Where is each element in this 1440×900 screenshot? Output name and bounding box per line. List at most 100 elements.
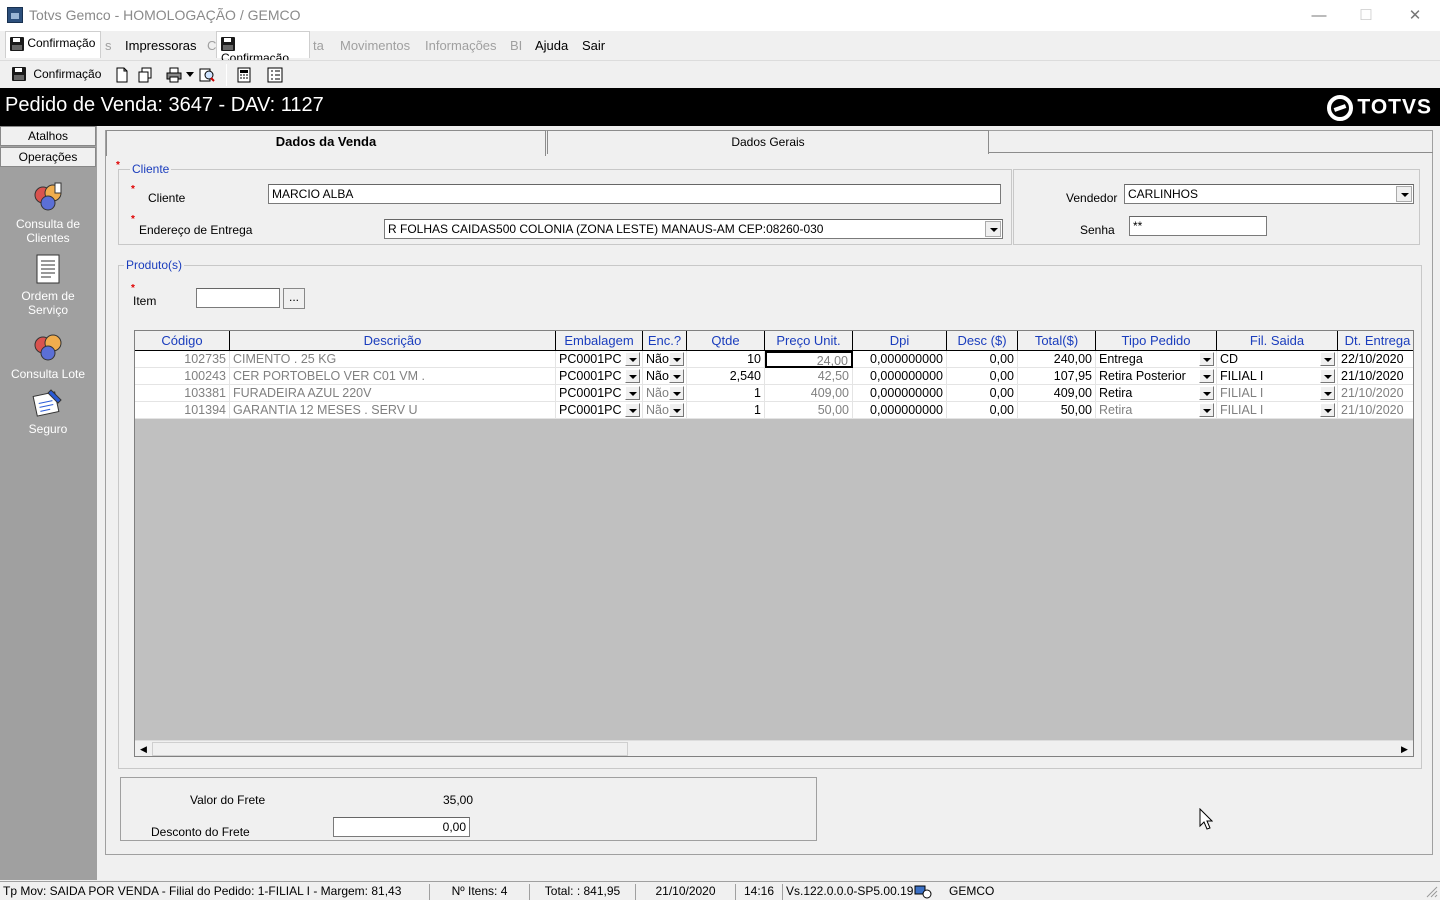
grid-cell-tipo[interactable]: Retira [1096, 385, 1217, 402]
sidebar-item-label: Ordem de Serviço [21, 289, 74, 317]
grid-cell-filial[interactable]: FILIAL I [1217, 368, 1338, 385]
chevron-down-icon[interactable] [1396, 186, 1412, 202]
copy-document-icon[interactable] [137, 67, 153, 83]
grid-column-header[interactable]: Dt. Entrega [1338, 331, 1414, 351]
scroll-thumb[interactable] [152, 742, 628, 756]
table-row[interactable]: 100243CER PORTOBELO VER C01 VM .PC0001PC… [135, 368, 1414, 385]
horizontal-scrollbar[interactable]: ◀ ▶ [135, 740, 1413, 756]
confirm-toolbar-button[interactable]: Confirmação [12, 66, 101, 81]
endereco-select[interactable]: R FOLHAS CAIDAS500 COLONIA (ZONA LESTE) … [384, 219, 1003, 239]
chevron-down-icon[interactable] [1199, 386, 1214, 400]
grid-column-header[interactable]: Total($) [1018, 331, 1096, 351]
grid-cell-embalagem[interactable]: PC0001PC [556, 351, 643, 368]
chevron-down-icon[interactable] [625, 403, 640, 417]
chevron-down-icon[interactable] [1199, 352, 1214, 366]
resize-grip-icon[interactable] [1426, 886, 1438, 898]
print-dropdown-icon[interactable] [186, 72, 194, 78]
chevron-down-icon[interactable] [1199, 369, 1214, 383]
grid-cell-text: CER PORTOBELO VER C01 VM . [233, 369, 425, 383]
grid-column-header[interactable]: Qtde [687, 331, 765, 351]
grid-cell-filial[interactable]: CD [1217, 351, 1338, 368]
sidebar-item-seguro[interactable]: Seguro [0, 386, 96, 436]
new-document-icon[interactable] [114, 67, 130, 83]
minimize-button[interactable]: — [1296, 0, 1342, 31]
chevron-down-icon[interactable] [625, 352, 640, 366]
vendedor-select[interactable]: CARLINHOS [1124, 184, 1414, 204]
totvs-logo: TOTVS [1327, 95, 1432, 121]
grid-cell-preco: 24,00 [765, 351, 853, 368]
grid-column-header[interactable]: Enc.? [643, 331, 687, 351]
chevron-down-icon[interactable] [625, 369, 640, 383]
print-preview-icon[interactable] [199, 67, 215, 83]
grid-cell-enc[interactable]: Não [643, 402, 687, 419]
grid-column-header[interactable]: Tipo Pedido [1096, 331, 1217, 351]
grid-cell-filial[interactable]: FILIAL I [1217, 402, 1338, 419]
grid-cell-enc[interactable]: Não [643, 368, 687, 385]
chevron-down-icon[interactable] [1199, 403, 1214, 417]
tab-dados-venda[interactable]: Dados da Venda [106, 130, 546, 156]
chevron-down-icon[interactable] [669, 369, 684, 383]
sidebar-item-ordem-servico[interactable]: Ordem de Serviço [0, 253, 96, 317]
table-row[interactable]: 102735CIMENTO . 25 KGPC0001PCNão1024,000… [135, 351, 1414, 368]
grid-cell-qtde[interactable]: 10 [687, 351, 765, 368]
cliente-input[interactable]: MARCIO ALBA [268, 184, 1001, 204]
sidebar-operacoes[interactable]: Operações [0, 147, 96, 167]
grid-cell-embalagem[interactable]: PC0001PC [556, 402, 643, 419]
maximize-button[interactable]: ☐ [1343, 0, 1389, 31]
grid-column-header[interactable]: Desc ($) [947, 331, 1018, 351]
desconto-frete-input[interactable]: 0,00 [333, 817, 470, 837]
menu-ajuda[interactable]: Ajuda [535, 38, 568, 53]
menu-sair[interactable]: Sair [582, 38, 605, 53]
grid-cell-filial[interactable]: FILIAL I [1217, 385, 1338, 402]
grid-column-header[interactable]: Fil. Saida [1217, 331, 1338, 351]
scroll-right-icon[interactable]: ▶ [1397, 742, 1412, 756]
chevron-down-icon[interactable] [669, 403, 684, 417]
close-button[interactable]: ✕ [1392, 0, 1438, 31]
item-browse-button[interactable]: ... [283, 288, 305, 309]
status-time: 14:16 [736, 884, 783, 900]
grid-column-header[interactable]: Código [135, 331, 230, 351]
grid-cell-qtde[interactable]: 1 [687, 385, 765, 402]
chevron-down-icon[interactable] [669, 386, 684, 400]
item-input[interactable] [196, 288, 280, 308]
sidebar-item-consulta-clientes[interactable]: Consulta de Clientes [0, 181, 96, 245]
menu-bi[interactable]: BI [510, 38, 522, 53]
grid-cell-embalagem[interactable]: PC0001PC [556, 368, 643, 385]
chevron-down-icon[interactable] [669, 352, 684, 366]
grid-cell-embalagem[interactable]: PC0001PC [556, 385, 643, 402]
list-form-icon[interactable] [267, 67, 283, 83]
grid-cell-tipo[interactable]: Retira [1096, 402, 1217, 419]
sidebar-atalhos[interactable]: Atalhos [0, 126, 96, 146]
menu-informacoes[interactable]: Informações [425, 38, 497, 53]
grid-cell-enc[interactable]: Não [643, 385, 687, 402]
grid-column-header[interactable]: Dpi [853, 331, 947, 351]
senha-input[interactable]: ** [1129, 216, 1267, 236]
grid-cell-enc[interactable]: Não [643, 351, 687, 368]
print-icon[interactable] [166, 67, 182, 83]
confirm-menu-tab-1[interactable]: Confirmação [5, 31, 101, 58]
confirm-menu-tab-2[interactable]: Confirmação [216, 31, 310, 58]
grid-column-header[interactable]: Descrição [230, 331, 556, 351]
status-total: Total: : 841,95 [530, 884, 636, 900]
tab-dados-gerais[interactable]: Dados Gerais [547, 130, 989, 154]
grid-cell-codigo: 102735 [135, 351, 230, 368]
scroll-left-icon[interactable]: ◀ [136, 742, 151, 756]
menu-impressoras[interactable]: Impressoras [125, 38, 197, 53]
chevron-down-icon[interactable] [1320, 369, 1335, 383]
grid-column-header[interactable]: Embalagem [556, 331, 643, 351]
grid-cell-tipo[interactable]: Retira Posterior [1096, 368, 1217, 385]
grid-column-header[interactable]: Preço Unit. [765, 331, 853, 351]
chevron-down-icon[interactable] [1320, 386, 1335, 400]
sidebar-item-consulta-lote[interactable]: Consulta Lote [0, 331, 96, 381]
grid-cell-qtde[interactable]: 1 [687, 402, 765, 419]
chevron-down-icon[interactable] [1320, 403, 1335, 417]
grid-cell-tipo[interactable]: Entrega [1096, 351, 1217, 368]
chevron-down-icon[interactable] [985, 221, 1001, 237]
chevron-down-icon[interactable] [625, 386, 640, 400]
calculator-icon[interactable] [236, 67, 252, 83]
table-row[interactable]: 101394GARANTIA 12 MESES . SERV UPC0001PC… [135, 402, 1414, 419]
table-row[interactable]: 103381FURADEIRA AZUL 220VPC0001PCNão1409… [135, 385, 1414, 402]
menu-movimentos[interactable]: Movimentos [340, 38, 410, 53]
chevron-down-icon[interactable] [1320, 352, 1335, 366]
grid-cell-qtde[interactable]: 2,540 [687, 368, 765, 385]
